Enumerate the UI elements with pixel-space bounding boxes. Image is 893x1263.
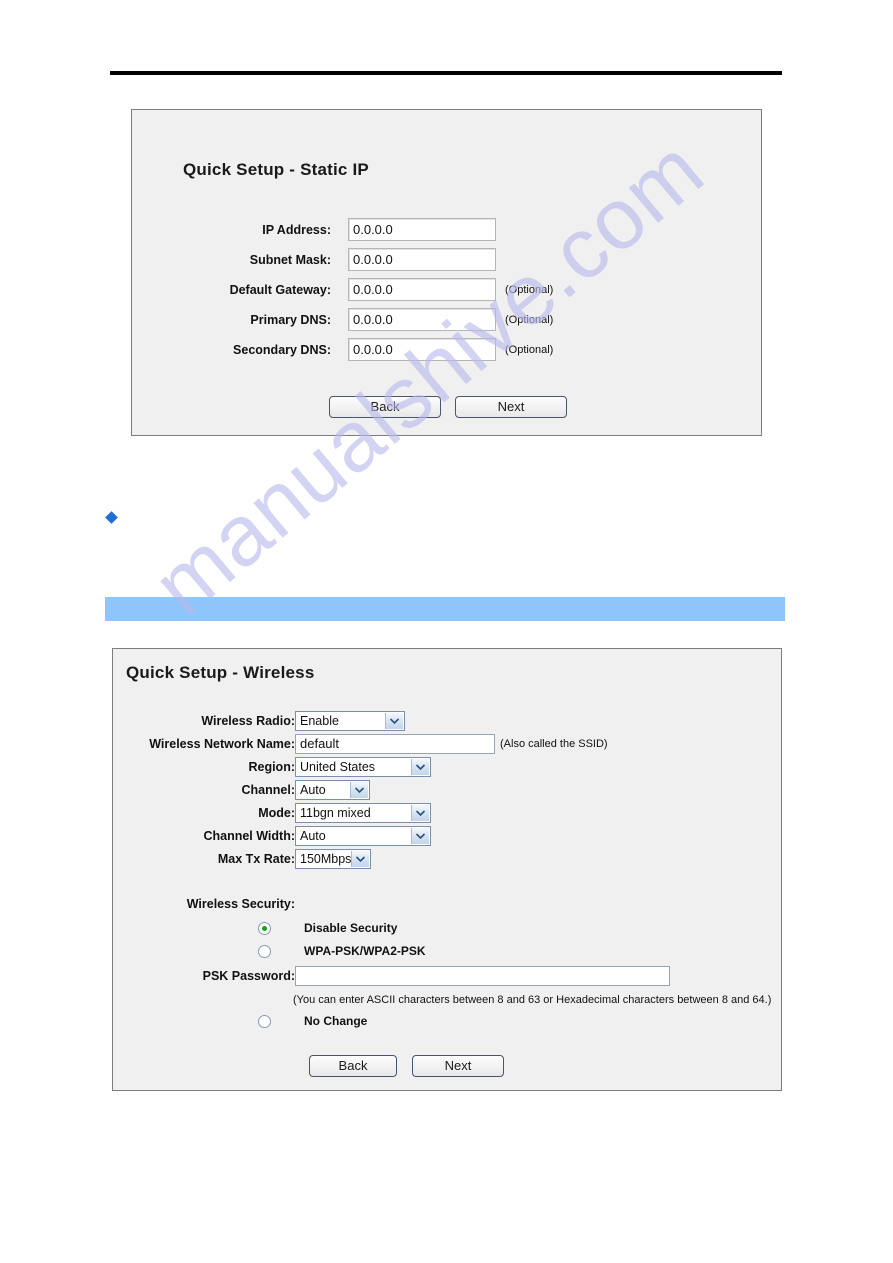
quick-setup-static-ip-panel: Quick Setup - Static IP IP Address: Subn…	[131, 109, 762, 436]
channel-value: Auto	[300, 783, 326, 797]
static-ip-panel-title: Quick Setup - Static IP	[183, 160, 369, 179]
field-row-primary-dns: Primary DNS: (Optional)	[183, 308, 643, 331]
channel-label: Channel:	[241, 783, 295, 797]
ip-address-label: IP Address:	[262, 222, 331, 237]
field-row-default-gateway: Default Gateway: (Optional)	[183, 278, 643, 301]
field-row-psk-password: PSK Password:	[113, 966, 773, 986]
ip-address-input[interactable]	[348, 218, 496, 241]
max-tx-rate-label: Max Tx Rate:	[217, 852, 295, 866]
region-label: Region:	[248, 760, 295, 774]
field-row-max-tx-rate: Max Tx Rate: 150Mbps	[113, 849, 713, 869]
chevron-down-icon[interactable]	[411, 805, 429, 821]
wireless-radio-value: Enable	[300, 714, 339, 728]
secondary-dns-optional-note: (Optional)	[505, 343, 554, 356]
channel-width-select[interactable]: Auto	[295, 826, 431, 846]
subnet-mask-label: Subnet Mask:	[249, 252, 331, 267]
mode-label: Mode:	[258, 806, 295, 820]
radio-label-wpa-psk: WPA-PSK/WPA2-PSK	[304, 944, 426, 958]
radio-wpa-psk[interactable]	[258, 944, 271, 958]
primary-dns-input[interactable]	[348, 308, 496, 331]
security-option-wpa-psk[interactable]: WPA-PSK/WPA2-PSK	[258, 944, 658, 958]
security-option-disable-security[interactable]: Disable Security	[258, 921, 658, 935]
default-gateway-optional-note: (Optional)	[505, 283, 554, 296]
secondary-dns-input[interactable]	[348, 338, 496, 361]
wireless-next-button[interactable]: Next	[412, 1055, 504, 1077]
static-ip-next-button[interactable]: Next	[455, 396, 567, 418]
chevron-down-icon[interactable]	[385, 713, 403, 729]
psk-password-input[interactable]	[295, 966, 670, 986]
field-row-channel-width: Channel Width: Auto	[113, 826, 713, 846]
field-row-region: Region: United States	[113, 757, 713, 777]
default-gateway-label: Default Gateway:	[229, 282, 331, 297]
chevron-down-icon[interactable]	[350, 782, 368, 798]
mode-value: 11bgn mixed	[300, 806, 371, 820]
default-gateway-input[interactable]	[348, 278, 496, 301]
wireless-back-button[interactable]: Back	[309, 1055, 397, 1077]
wireless-radio-label: Wireless Radio:	[201, 714, 295, 728]
network-name-label: Wireless Network Name:	[149, 737, 295, 751]
network-name-ssid-note: (Also called the SSID)	[500, 738, 608, 750]
primary-dns-optional-note: (Optional)	[505, 313, 554, 326]
chevron-down-icon[interactable]	[351, 851, 369, 867]
quick-setup-wireless-panel: Quick Setup - Wireless Wireless Radio: E…	[112, 648, 782, 1091]
radio-label-disable-security: Disable Security	[304, 921, 398, 935]
field-row-channel: Channel: Auto	[113, 780, 713, 800]
secondary-dns-label: Secondary DNS:	[233, 342, 331, 357]
radio-no-change[interactable]	[258, 1014, 271, 1028]
psk-password-label: PSK Password:	[202, 969, 295, 983]
page-header-rule	[110, 71, 782, 75]
diamond-bullet-icon	[105, 511, 118, 524]
field-row-wireless-radio: Wireless Radio: Enable	[113, 711, 713, 731]
wireless-radio-select[interactable]: Enable	[295, 711, 405, 731]
chevron-down-icon[interactable]	[411, 759, 429, 775]
channel-width-label: Channel Width:	[203, 829, 295, 843]
region-select[interactable]: United States	[295, 757, 431, 777]
wireless-security-label: Wireless Security:	[186, 897, 295, 911]
channel-select[interactable]: Auto	[295, 780, 370, 800]
field-row-wireless-security: Wireless Security:	[113, 897, 513, 911]
blue-highlight-bar	[105, 597, 785, 621]
channel-width-value: Auto	[300, 829, 326, 843]
chevron-down-icon[interactable]	[411, 828, 429, 844]
region-value: United States	[300, 760, 376, 774]
psk-password-hint: (You can enter ASCII characters between …	[293, 994, 772, 1006]
max-tx-rate-value: 150Mbps	[300, 852, 352, 866]
field-row-mode: Mode: 11bgn mixed	[113, 803, 713, 823]
static-ip-back-button[interactable]: Back	[329, 396, 441, 418]
wireless-panel-title: Quick Setup - Wireless	[126, 663, 315, 682]
field-row-ip-address: IP Address:	[183, 218, 643, 241]
max-tx-rate-select[interactable]: 150Mbps	[295, 849, 371, 869]
primary-dns-label: Primary DNS:	[250, 312, 331, 327]
subnet-mask-input[interactable]	[348, 248, 496, 271]
radio-disable-security[interactable]	[258, 921, 271, 935]
network-name-input[interactable]	[295, 734, 495, 754]
field-row-secondary-dns: Secondary DNS: (Optional)	[183, 338, 643, 361]
mode-select[interactable]: 11bgn mixed	[295, 803, 431, 823]
security-option-no-change[interactable]: No Change	[258, 1014, 658, 1028]
field-row-network-name: Wireless Network Name: (Also called the …	[113, 734, 773, 754]
radio-label-no-change: No Change	[304, 1014, 368, 1028]
field-row-subnet-mask: Subnet Mask:	[183, 248, 643, 271]
